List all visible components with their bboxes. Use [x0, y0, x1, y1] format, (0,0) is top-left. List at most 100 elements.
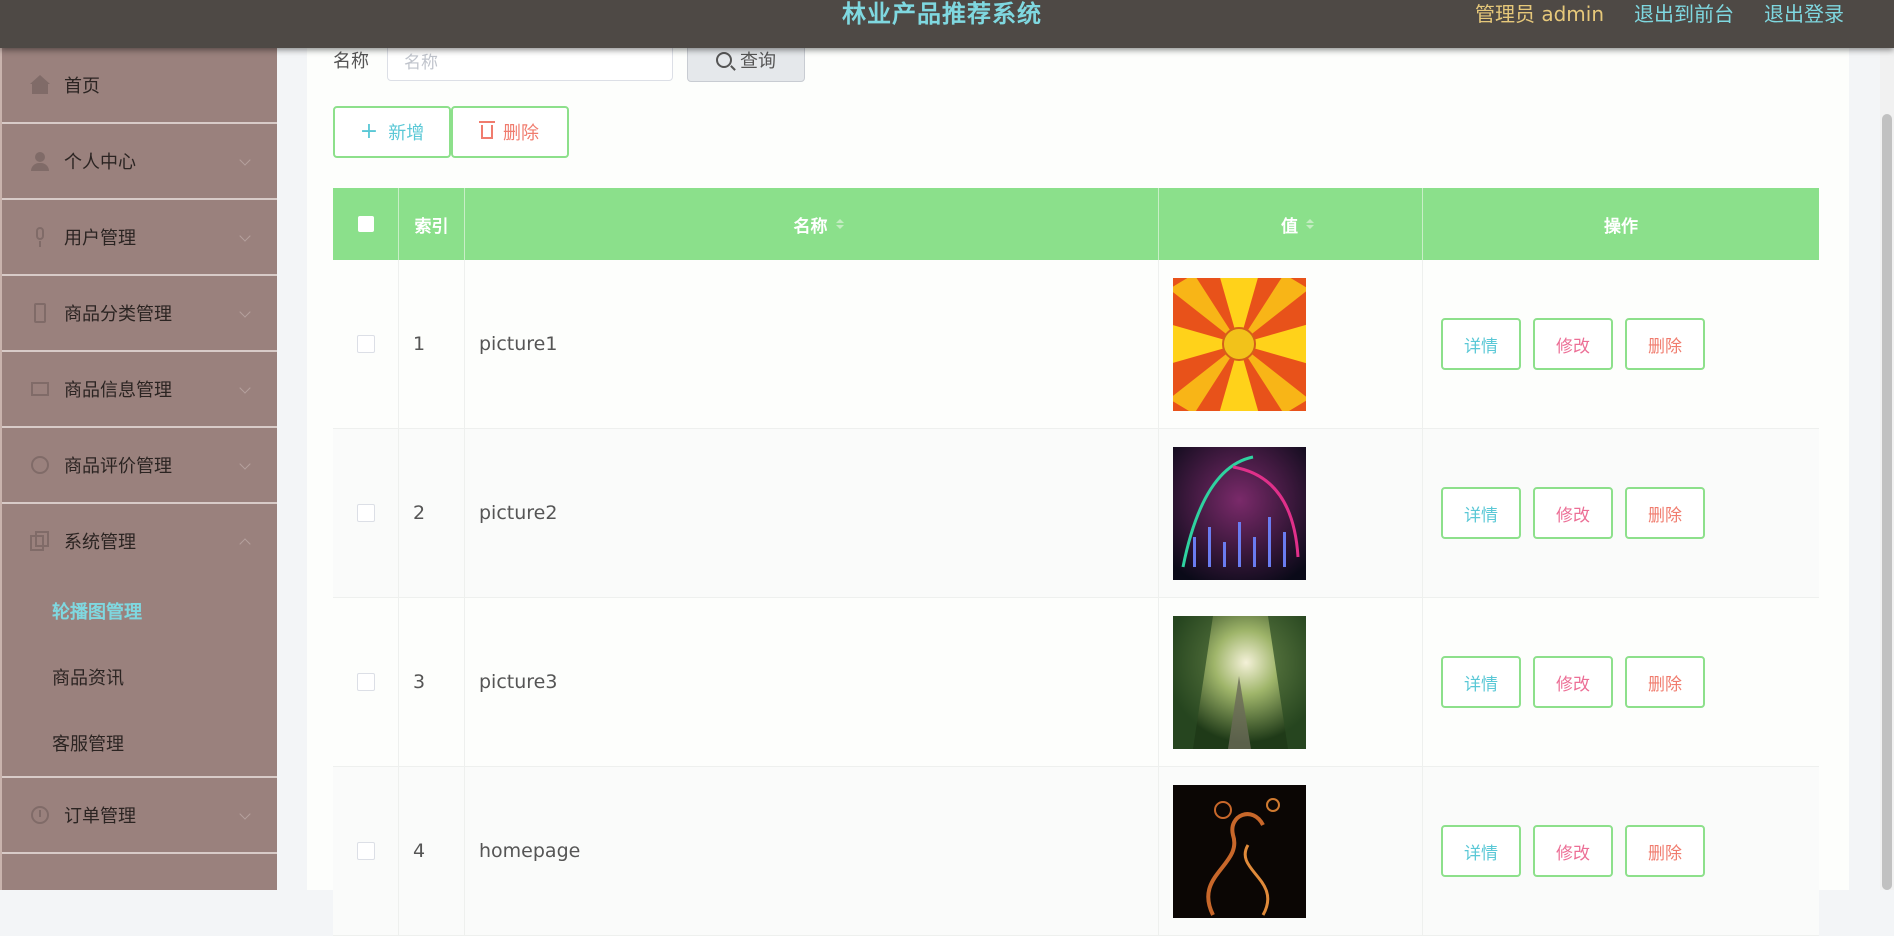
sort-icon[interactable] — [1306, 219, 1314, 229]
carousel-thumbnail[interactable] — [1173, 615, 1306, 749]
delete-button[interactable]: 删除 — [1625, 656, 1705, 708]
sidebar-item-category[interactable]: 商品分类管理 — [2, 276, 277, 352]
table-row: 3 picture3 详情 修改 删除 — [333, 598, 1819, 767]
edit-button[interactable]: 修改 — [1533, 487, 1613, 539]
column-header-value[interactable]: 值 — [1159, 188, 1423, 260]
top-header: 林业产品推荐系统 管理员 admin 退出到前台 退出登录 — [0, 0, 1894, 48]
row-value — [1159, 260, 1423, 428]
batch-delete-label: 删除 — [503, 123, 539, 144]
table-row: 1 picture1 详情 修改 删除 — [333, 260, 1819, 429]
sidebar-item-orders[interactable]: 订单管理 — [2, 778, 277, 854]
sidebar-item-label: 订单管理 — [64, 806, 136, 827]
column-header-name[interactable]: 名称 — [465, 188, 1159, 260]
chevron-up-icon — [239, 538, 251, 550]
detail-button[interactable]: 详情 — [1441, 487, 1521, 539]
detail-button[interactable]: 详情 — [1441, 825, 1521, 877]
detail-button[interactable]: 详情 — [1441, 318, 1521, 370]
row-index: 4 — [399, 767, 465, 935]
sidebar-item-label: 个人中心 — [64, 152, 136, 173]
sidebar-item-users[interactable]: 用户管理 — [2, 200, 277, 276]
column-header-index: 索引 — [399, 188, 465, 260]
clock-icon — [30, 805, 50, 825]
mic-icon — [30, 227, 50, 247]
copy-icon — [30, 531, 50, 551]
sidebar-subitem-service[interactable]: 客服管理 — [2, 710, 277, 776]
row-value — [1159, 598, 1423, 766]
search-button-label: 查询 — [740, 51, 776, 72]
sidebar-subitem-carousel[interactable]: 轮播图管理 — [2, 578, 277, 644]
edit-button[interactable]: 修改 — [1533, 318, 1613, 370]
select-all-checkbox[interactable] — [357, 216, 374, 232]
carousel-thumbnail[interactable] — [1173, 784, 1306, 918]
add-button[interactable]: + 新增 — [333, 106, 451, 158]
carousel-thumbnail[interactable] — [1173, 446, 1306, 580]
delete-button[interactable]: 删除 — [1625, 318, 1705, 370]
chevron-down-icon — [239, 306, 251, 318]
row-checkbox[interactable] — [356, 335, 375, 353]
search-icon — [716, 52, 732, 68]
box-icon — [30, 379, 50, 399]
column-header-ops: 操作 — [1604, 216, 1638, 237]
chevron-down-icon — [239, 382, 251, 394]
admin-label: 管理员 admin — [1474, 2, 1604, 26]
row-select-cell — [333, 598, 399, 766]
chevron-down-icon — [239, 154, 251, 166]
edit-button[interactable]: 修改 — [1533, 825, 1613, 877]
sidebar-item-label: 商品评价管理 — [64, 456, 172, 477]
home-icon — [30, 75, 50, 95]
column-header-value-label: 值 — [1281, 216, 1298, 237]
circle-icon — [30, 455, 50, 475]
chevron-down-icon — [239, 808, 251, 820]
row-value — [1159, 767, 1423, 935]
sidebar-item-home[interactable]: 首页 — [2, 48, 277, 124]
edit-button[interactable]: 修改 — [1533, 656, 1613, 708]
page-scrollbar[interactable] — [1880, 48, 1894, 890]
logout-link[interactable]: 退出登录 — [1764, 0, 1844, 27]
carousel-table: 索引 名称 值 操作 1 picture1 详情 修改 删除 2 picture… — [333, 188, 1819, 936]
sidebar-item-system[interactable]: 系统管理 — [2, 504, 277, 578]
row-checkbox[interactable] — [356, 504, 375, 522]
table-header: 索引 名称 值 操作 — [333, 188, 1819, 260]
delete-button[interactable]: 删除 — [1625, 487, 1705, 539]
batch-delete-button[interactable]: 删除 — [451, 106, 569, 158]
search-label: 名称 — [333, 51, 369, 72]
trash-icon — [479, 121, 495, 139]
add-button-label: 新增 — [388, 123, 425, 144]
sidebar-item-label: 商品分类管理 — [64, 304, 172, 325]
sidebar-item-label: 首页 — [64, 76, 100, 97]
row-actions: 详情 修改 删除 — [1423, 598, 1819, 766]
row-select-cell — [333, 767, 399, 935]
row-select-cell — [333, 260, 399, 428]
content-card: 名称 名称 查询 + 新增 删除 索引 名称 值 操作 1 picture1 详… — [307, 38, 1849, 936]
table-row: 4 homepage 详情 修改 删除 — [333, 767, 1819, 936]
row-name: picture3 — [465, 598, 1159, 766]
to-front-link[interactable]: 退出到前台 — [1634, 0, 1734, 27]
select-all-cell — [333, 188, 399, 260]
scrollbar-thumb[interactable] — [1882, 114, 1892, 890]
chevron-down-icon — [239, 458, 251, 470]
row-index: 3 — [399, 598, 465, 766]
table-row: 2 picture2 详情 修改 删除 — [333, 429, 1819, 598]
delete-button[interactable]: 删除 — [1625, 825, 1705, 877]
row-actions: 详情 修改 删除 — [1423, 260, 1819, 428]
row-checkbox[interactable] — [356, 673, 375, 691]
sidebar-subitem-news[interactable]: 商品资讯 — [2, 644, 277, 710]
plus-icon: + — [359, 119, 379, 144]
sidebar-item-label: 商品信息管理 — [64, 380, 172, 401]
row-actions: 详情 修改 删除 — [1423, 767, 1819, 935]
system-submenu: 轮播图管理 商品资讯 客服管理 — [2, 578, 277, 778]
sidebar-item-reviews[interactable]: 商品评价管理 — [2, 428, 277, 504]
action-bar: + 新增 删除 — [333, 106, 569, 158]
column-header-name-label: 名称 — [793, 216, 828, 237]
sidebar-item-products[interactable]: 商品信息管理 — [2, 352, 277, 428]
sidebar: 首页 个人中心 用户管理 商品分类管理 商品信息管理 商品评价管理 系统管理 轮… — [0, 48, 277, 890]
sidebar-item-profile[interactable]: 个人中心 — [2, 124, 277, 200]
phone-icon — [30, 303, 50, 323]
sort-icon[interactable] — [835, 219, 844, 229]
top-links: 管理员 admin 退出到前台 退出登录 — [1475, 0, 1844, 27]
row-checkbox[interactable] — [356, 842, 375, 860]
sidebar-item-label: 系统管理 — [64, 532, 136, 553]
row-select-cell — [333, 429, 399, 597]
detail-button[interactable]: 详情 — [1441, 656, 1521, 708]
carousel-thumbnail[interactable] — [1173, 277, 1306, 411]
